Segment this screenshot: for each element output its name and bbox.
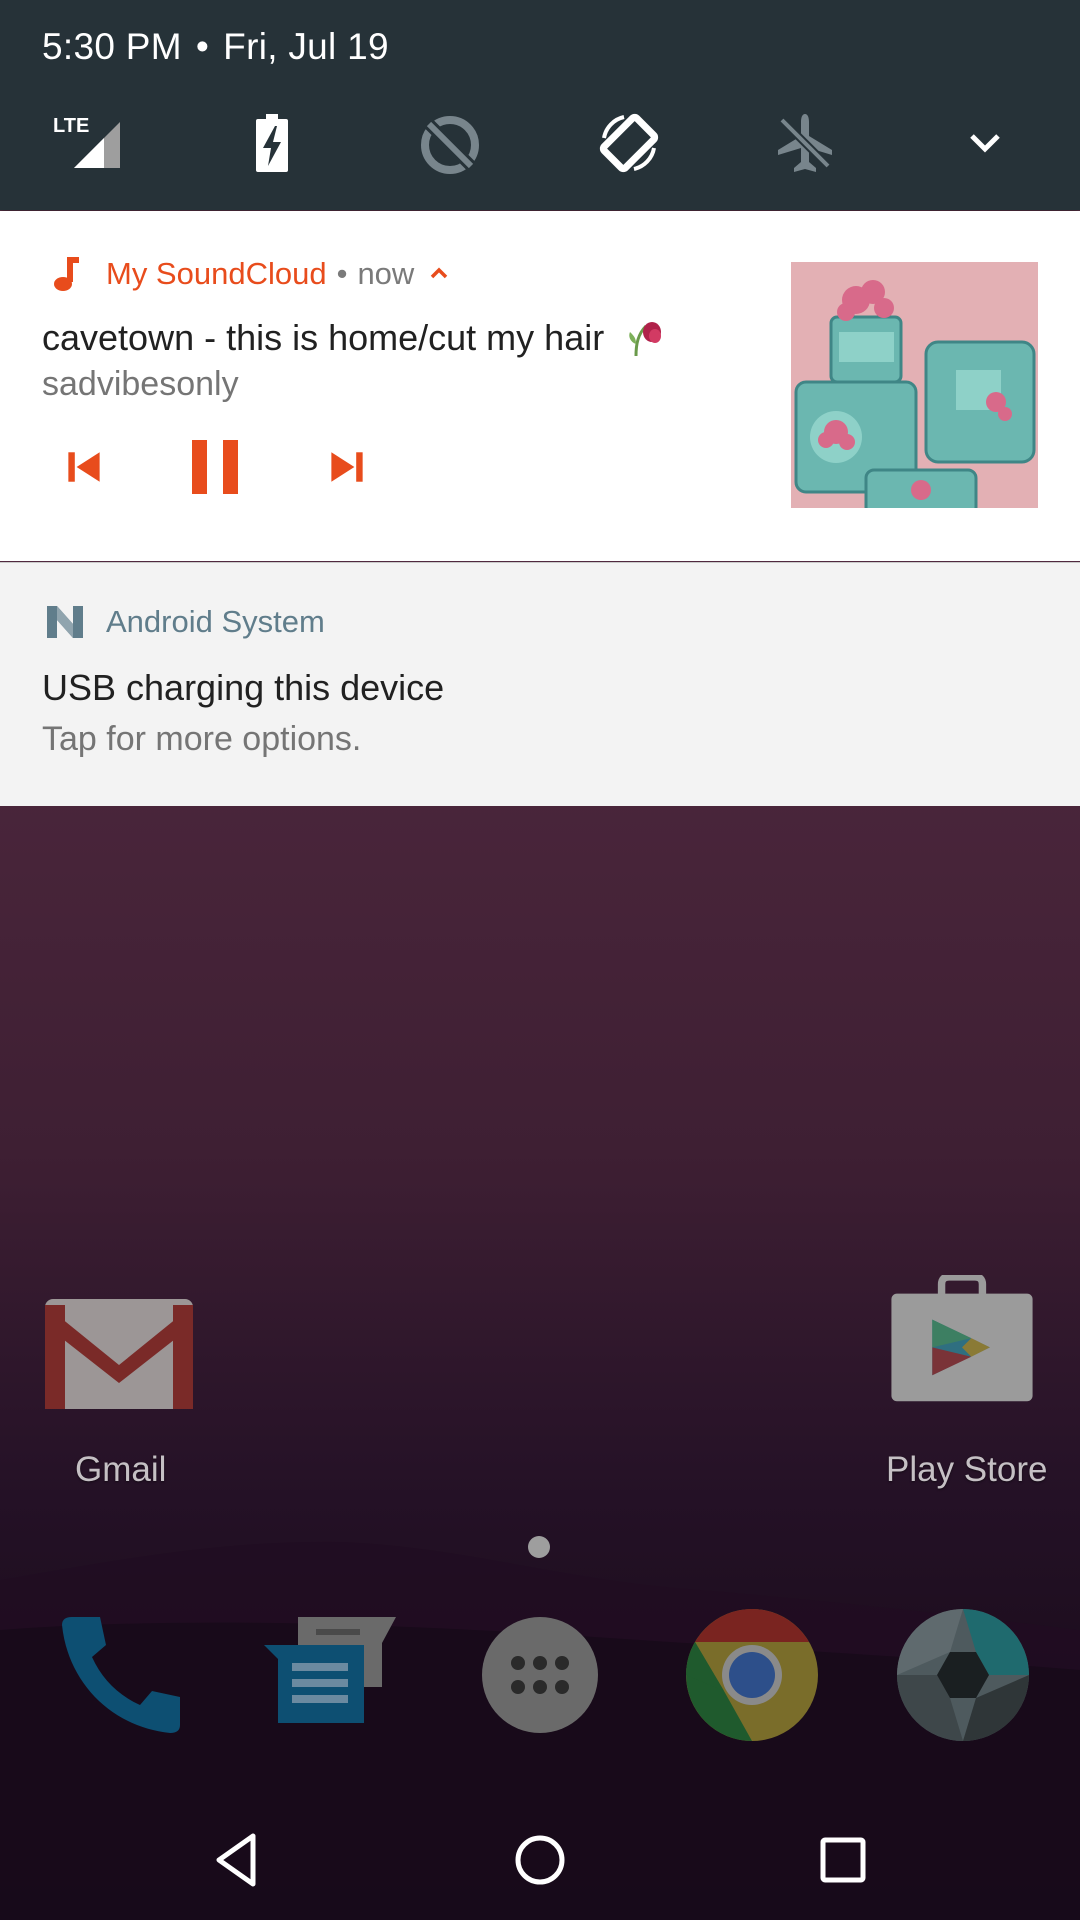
phone-icon	[62, 1617, 180, 1733]
messages-icon	[264, 1617, 396, 1723]
media-title: cavetown - this is home/cut my hair	[42, 317, 605, 358]
wilted-rose-icon	[629, 322, 662, 357]
system-text: Tap for more options.	[42, 720, 362, 758]
collapse-chevron-icon[interactable]	[424, 259, 454, 289]
status-time-date: 5:30 PM • Fri, Jul 19	[42, 26, 389, 68]
media-time: now	[357, 256, 415, 291]
tile-battery[interactable]	[237, 108, 307, 178]
system-notification-header: Android System	[42, 599, 325, 645]
back-button[interactable]	[197, 1820, 277, 1900]
pause-icon	[192, 440, 238, 494]
album-art	[791, 262, 1038, 508]
dock-app-drawer[interactable]	[470, 1605, 610, 1745]
home-app-gmail[interactable]	[34, 1290, 204, 1425]
home-label-play-store: Play Store	[886, 1450, 1048, 1489]
system-title: USB charging this device	[42, 667, 445, 708]
media-title-row: cavetown - this is home/cut my hair	[42, 314, 664, 359]
android-n-icon	[42, 599, 88, 645]
system-notification[interactable]: Android System USB charging this device …	[0, 562, 1080, 806]
music-note-icon	[42, 251, 88, 297]
status-separator: •	[195, 26, 210, 67]
media-app-name: My SoundCloud	[106, 256, 327, 291]
recents-button[interactable]	[803, 1820, 883, 1900]
tile-lte-signal[interactable]: LTE	[50, 108, 120, 178]
auto-rotate-icon	[599, 113, 659, 173]
tile-data-saver[interactable]	[415, 108, 485, 178]
media-separator: •	[336, 256, 348, 291]
previous-icon	[68, 452, 100, 482]
next-button[interactable]	[307, 432, 387, 502]
quick-settings-header: 5:30 PM • Fri, Jul 19 LTE	[0, 0, 1080, 210]
status-date: Fri, Jul 19	[223, 26, 389, 67]
home-label-gmail: Gmail	[75, 1450, 167, 1489]
previous-button[interactable]	[44, 432, 124, 502]
camera-icon	[897, 1609, 1029, 1741]
page-indicator	[528, 1536, 550, 1558]
dock-camera[interactable]	[893, 1605, 1033, 1745]
gmail-icon	[45, 1299, 193, 1409]
app-drawer-icon	[482, 1617, 598, 1733]
home-icon	[515, 1835, 565, 1885]
tile-expand[interactable]	[950, 108, 1020, 178]
home-app-play-store[interactable]	[877, 1273, 1047, 1410]
dock-messages[interactable]	[258, 1605, 398, 1745]
dock-chrome[interactable]	[682, 1605, 822, 1745]
play-store-icon	[891, 1273, 1033, 1402]
media-subtitle: sadvibesonly	[42, 365, 239, 403]
next-icon	[331, 452, 363, 482]
battery-charging-icon	[256, 114, 288, 172]
status-time: 5:30 PM	[42, 26, 182, 67]
chrome-icon	[686, 1609, 818, 1741]
expand-chevron-icon	[970, 134, 1000, 153]
home-button[interactable]	[500, 1820, 580, 1900]
navigation-bar	[0, 1790, 1080, 1920]
recents-icon	[820, 1837, 866, 1883]
lte-signal-icon: LTE	[53, 115, 120, 168]
airplane-mode-icon	[777, 114, 833, 172]
back-icon	[216, 1833, 256, 1887]
pause-button[interactable]	[175, 432, 255, 502]
data-saver-off-icon	[421, 116, 479, 174]
system-app-name: Android System	[106, 604, 325, 639]
tile-airplane-mode[interactable]	[770, 108, 840, 178]
tile-auto-rotate[interactable]	[594, 108, 664, 178]
lte-label: LTE	[53, 115, 89, 137]
media-notification-header: My SoundCloud • now	[42, 251, 454, 297]
dock-phone[interactable]	[50, 1605, 190, 1745]
